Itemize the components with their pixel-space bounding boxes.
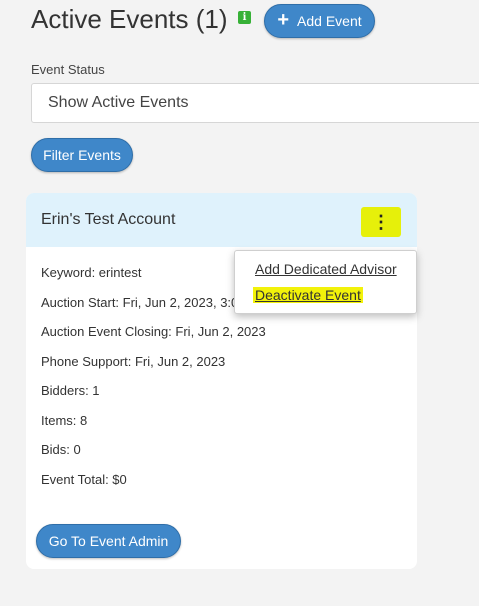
more-options-icon[interactable]: ⋮ xyxy=(361,207,401,237)
add-event-label: Add Event xyxy=(297,13,362,29)
page-title: Active Events (1) xyxy=(31,4,228,34)
event-phone-support: Phone Support: Fri, Jun 2, 2023 xyxy=(41,354,226,369)
event-items: Items: 8 xyxy=(41,413,88,428)
event-auction-closing: Auction Event Closing: Fri, Jun 2, 2023 xyxy=(41,324,266,339)
deactivate-event-link[interactable]: Deactivate Event xyxy=(253,287,363,303)
event-total: Event Total: $0 xyxy=(41,472,127,487)
event-bidders: Bidders: 1 xyxy=(41,383,100,398)
filter-events-button[interactable]: Filter Events xyxy=(31,138,133,172)
event-card-header: Erin's Test Account ⋮ xyxy=(26,193,417,247)
event-bids: Bids: 0 xyxy=(41,442,81,457)
plus-icon: + xyxy=(277,9,290,31)
event-status-label: Event Status xyxy=(31,62,105,77)
event-status-select[interactable]: Show Active Events xyxy=(31,83,479,123)
event-keyword: Keyword: erintest xyxy=(41,265,142,280)
add-event-button[interactable]: + Add Event xyxy=(264,4,375,38)
page: Active Events (1) i + Add Event Event St… xyxy=(0,0,479,606)
event-name: Erin's Test Account xyxy=(41,211,176,228)
go-to-event-admin-button[interactable]: Go To Event Admin xyxy=(36,524,181,558)
add-dedicated-advisor-link[interactable]: Add Dedicated Advisor xyxy=(255,261,397,277)
event-options-menu: Add Dedicated Advisor Deactivate Event xyxy=(234,250,417,314)
info-icon[interactable]: i xyxy=(238,11,251,24)
event-auction-start: Auction Start: Fri, Jun 2, 2023, 3:0 xyxy=(41,295,239,310)
